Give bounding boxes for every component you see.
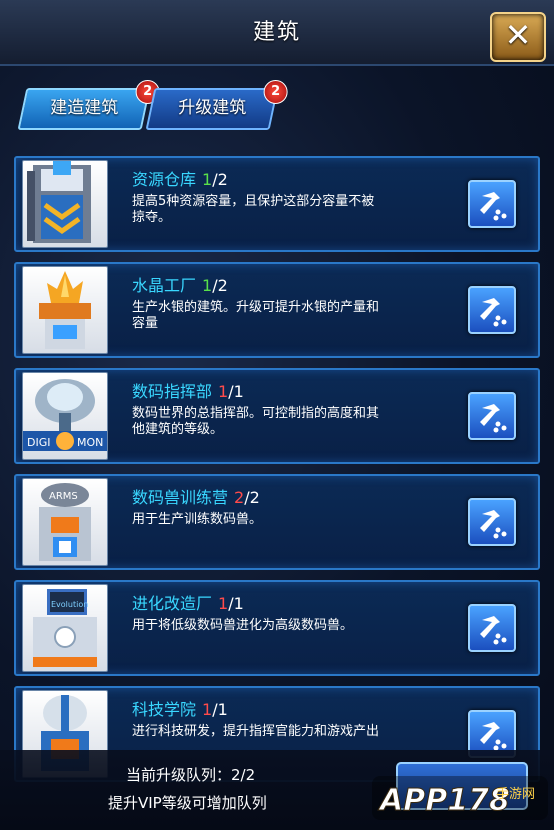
building-desc: 进行科技研发，提升指挥官能力和游戏产出	[132, 724, 380, 739]
hammer-icon	[480, 298, 507, 327]
upgrade-button[interactable]	[468, 604, 516, 652]
hammer-icon	[480, 192, 507, 221]
tab-upgrade-label: 升级建筑	[178, 98, 247, 118]
building-name: 科技学院 1/1	[132, 700, 228, 719]
close-icon: ✕	[504, 16, 532, 54]
svg-text:ARMS: ARMS	[49, 491, 78, 502]
title-bar: 建筑 ✕	[0, 0, 554, 66]
building-name: 资源仓库 1/2	[132, 170, 228, 189]
upgrade-queue-status: 当前升级队列：2/2	[126, 766, 256, 784]
svg-text:Evolution: Evolution	[51, 600, 88, 609]
building-card-command-center[interactable]: DIGI MON 数码指挥部 1/1 数码世界的总指挥部。可控制指的高度和其他建筑…	[14, 368, 540, 464]
building-name: 数码兽训练营 2/2	[132, 488, 260, 507]
upgrade-button[interactable]	[468, 392, 516, 440]
building-name: 进化改造厂 1/1	[132, 594, 244, 613]
vip-tip: 提升VIP等级可增加队列	[108, 794, 267, 812]
upgrade-button[interactable]	[468, 180, 516, 228]
svg-text:MON: MON	[77, 436, 103, 449]
building-desc: 用于生产训练数码兽。	[132, 512, 263, 527]
warehouse-icon	[22, 160, 108, 248]
tab-build[interactable]: 建造建筑 2	[17, 80, 160, 130]
hammer-icon	[480, 510, 507, 539]
building-desc: 提高5种资源容量，且保护这部分容量不被掠夺。	[132, 194, 375, 225]
tab-upgrade-badge: 2	[263, 80, 288, 104]
upgrade-button[interactable]	[468, 286, 516, 334]
upgrade-button[interactable]	[468, 498, 516, 546]
svg-text:DIGI: DIGI	[27, 436, 50, 449]
hammer-icon	[480, 404, 507, 433]
building-card-crystal-factory[interactable]: 水晶工厂 1/2 生产水银的建筑。升级可提升水银的产量和容量	[14, 262, 540, 358]
crystal-factory-icon	[22, 266, 108, 354]
hammer-icon	[480, 616, 507, 645]
command-center-icon: DIGI MON	[22, 372, 108, 460]
building-card-evolution-factory[interactable]: Evolution 进化改造厂 1/1 用于将低级数码兽进化为高级数码兽。	[14, 580, 540, 676]
close-button[interactable]: ✕	[490, 12, 546, 62]
training-camp-icon: ARMS	[22, 478, 108, 566]
watermark-logo: APP178 手游网	[372, 770, 548, 824]
svg-text:手游网: 手游网	[496, 787, 535, 802]
building-desc: 用于将低级数码兽进化为高级数码兽。	[132, 618, 354, 633]
building-name: 水晶工厂 1/2	[132, 276, 228, 295]
window-title: 建筑	[252, 20, 301, 45]
building-name: 数码指挥部 1/1	[132, 382, 244, 401]
building-desc: 生产水银的建筑。升级可提升水银的产量和容量	[132, 300, 380, 331]
building-card-training-camp[interactable]: ARMS 数码兽训练营 2/2 用于生产训练数码兽。	[14, 474, 540, 570]
tab-build-label: 建造建筑	[50, 98, 119, 118]
building-desc: 数码世界的总指挥部。可控制指的高度和其他建筑的等级。	[132, 406, 380, 437]
svg-text:APP178: APP178	[378, 783, 510, 818]
building-card-warehouse[interactable]: 资源仓库 1/2 提高5种资源容量，且保护这部分容量不被掠夺。	[14, 156, 540, 252]
tab-upgrade[interactable]: 升级建筑 2	[145, 80, 288, 130]
evolution-factory-icon: Evolution	[22, 584, 108, 672]
